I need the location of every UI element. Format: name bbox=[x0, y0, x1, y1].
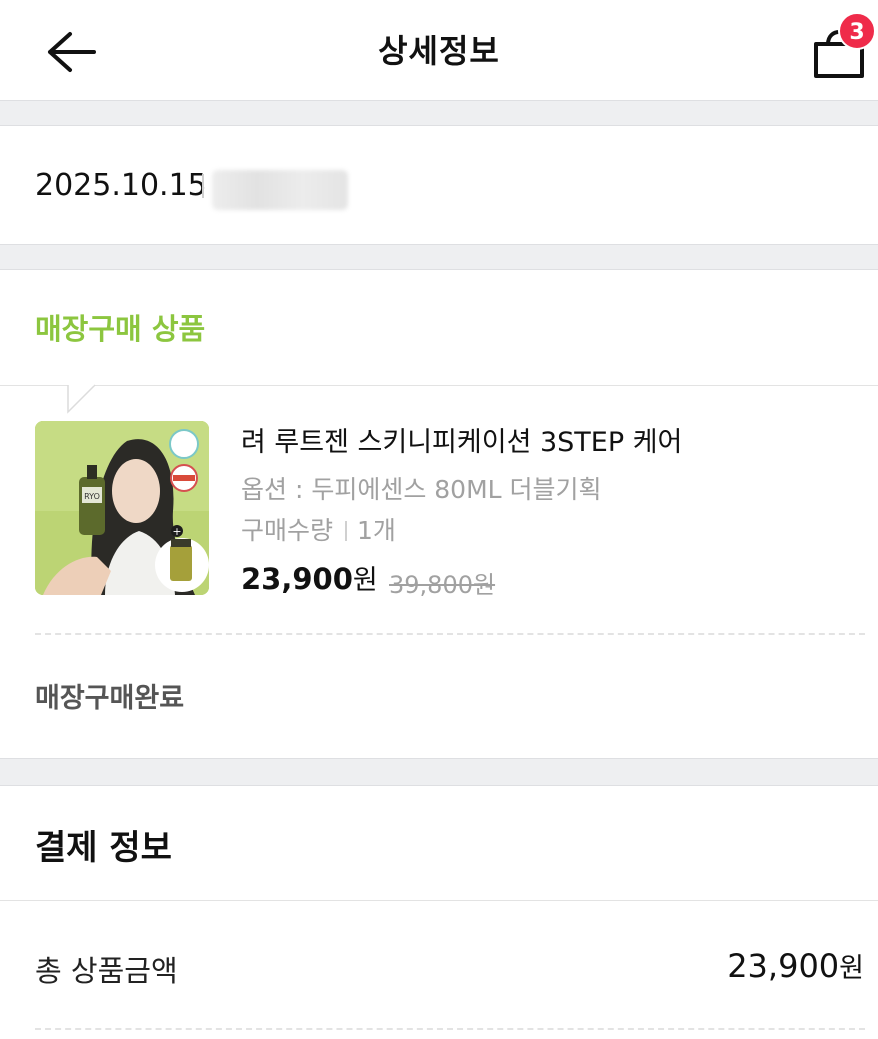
order-date-section: 2025.10.15 bbox=[0, 126, 878, 244]
order-status: 매장구매완료 bbox=[35, 683, 185, 714]
product-option: 옵션 : 두피에센스 80ML 더블기획 bbox=[241, 475, 602, 504]
quantity-label: 구매수량 bbox=[241, 516, 334, 545]
original-price: 39,800원 bbox=[389, 571, 496, 599]
divider bbox=[0, 385, 878, 386]
speech-pointer bbox=[67, 384, 96, 414]
sale-price-amount: 23,900 bbox=[241, 562, 353, 596]
quantity-value: 1개 bbox=[357, 516, 396, 545]
dashed-divider bbox=[35, 1028, 865, 1030]
instore-section-label: 매장구매 상품 bbox=[35, 312, 206, 346]
section-divider bbox=[0, 100, 878, 126]
redacted-store-name bbox=[212, 170, 348, 210]
sale-price: 23,900원 bbox=[241, 558, 378, 597]
sale-price-unit: 원 bbox=[352, 565, 378, 596]
brand-text: RYO bbox=[84, 492, 100, 501]
product-thumbnail[interactable]: RYO + bbox=[35, 421, 209, 595]
product-name[interactable]: 려 루트젠 스키니피케이션 3STEP 케어 bbox=[241, 420, 682, 459]
quantity-separator bbox=[345, 521, 348, 541]
purchase-quantity: 구매수량 1개 bbox=[241, 511, 396, 547]
total-amount-label: 총 상품금액 bbox=[35, 954, 178, 988]
section-divider bbox=[0, 244, 878, 270]
total-amount-unit: 원 bbox=[839, 953, 864, 984]
cart-count-badge: 3 bbox=[838, 12, 876, 50]
product-image: RYO + bbox=[35, 421, 209, 595]
page-title: 상세정보 bbox=[378, 32, 500, 70]
svg-text:+: + bbox=[172, 525, 181, 538]
date-separator bbox=[202, 174, 204, 198]
order-date: 2025.10.15 bbox=[35, 168, 207, 203]
total-amount-value: 23,900원 bbox=[727, 946, 864, 985]
app-header: 상세정보 3 bbox=[0, 0, 878, 101]
total-amount-number: 23,900 bbox=[727, 947, 840, 985]
section-divider bbox=[0, 758, 878, 786]
divider bbox=[0, 900, 878, 901]
payment-section-title: 결제 정보 bbox=[35, 828, 172, 868]
dashed-divider bbox=[35, 633, 865, 635]
